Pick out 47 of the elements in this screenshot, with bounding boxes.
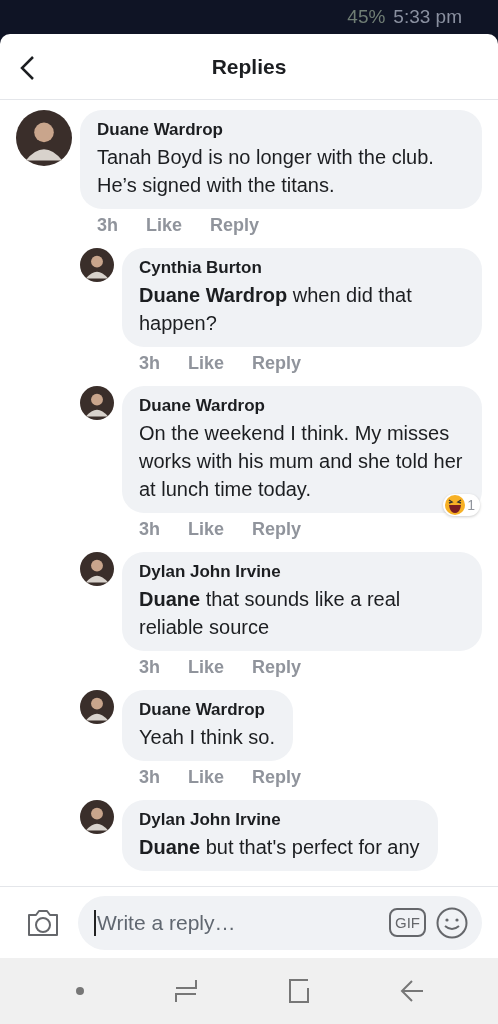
battery-level: 45% [347,6,386,28]
comment-author[interactable]: Dylan John Irvine [139,810,420,830]
comment-text: Duane but that's perfect for any [139,835,420,860]
comment-text: Duane Wardrop when did that happen? [139,283,413,336]
comment-time: 3h [139,353,160,374]
home-icon[interactable] [286,978,311,1004]
header-title: Replies [211,54,287,79]
comment-author[interactable]: Cynthia Burton [139,258,464,278]
gif-button[interactable]: GIF [389,908,426,937]
comment-time: 3h [139,657,160,678]
like-link[interactable]: Like [188,767,225,788]
laughing-emoji-icon [445,495,466,515]
smiley-icon[interactable] [436,906,468,939]
clock: 5:33 pm [393,6,462,28]
camera-icon[interactable] [26,907,60,938]
reply-field[interactable]: Write a reply… GIF [78,895,482,950]
avatar [16,110,72,166]
comment-time: 3h [97,215,118,236]
dot-icon[interactable] [74,986,85,996]
reply-link[interactable]: Reply [252,519,302,540]
like-link[interactable]: Like [188,657,225,678]
comment-author[interactable]: Duane Wardrop [139,396,464,416]
comment-author[interactable]: Duane Wardrop [97,120,464,140]
back-icon[interactable] [18,55,36,81]
comment-text: Yeah I think so. [139,725,276,750]
like-link[interactable]: Like [146,215,183,236]
reply-link[interactable]: Reply [252,657,302,678]
avatar [80,386,114,420]
avatar [80,552,114,586]
recent-apps-icon[interactable] [173,978,198,1004]
reply-link[interactable]: Reply [252,767,302,788]
avatar [80,248,114,282]
comment-text: Tanah Boyd is no longer with the club. He’s signed with the titans. [97,145,435,198]
avatar [80,690,114,724]
comment-author[interactable]: Dylan John Irvine [139,562,464,582]
comment-time: 3h [139,519,160,540]
avatar [80,800,114,834]
like-link[interactable]: Like [188,519,225,540]
comment-text: Duane that sounds like a real reliable source [139,587,402,640]
like-link[interactable]: Like [188,353,225,374]
reply-link[interactable]: Reply [252,353,302,374]
reaction-count: 1 [467,497,475,513]
reply-input[interactable]: Write a reply… [94,909,379,936]
comment-time: 3h [139,767,160,788]
reaction-badge[interactable]: 1 [443,494,480,516]
reply-link[interactable]: Reply [210,215,260,236]
comment-author[interactable]: Duane Wardrop [139,700,276,720]
